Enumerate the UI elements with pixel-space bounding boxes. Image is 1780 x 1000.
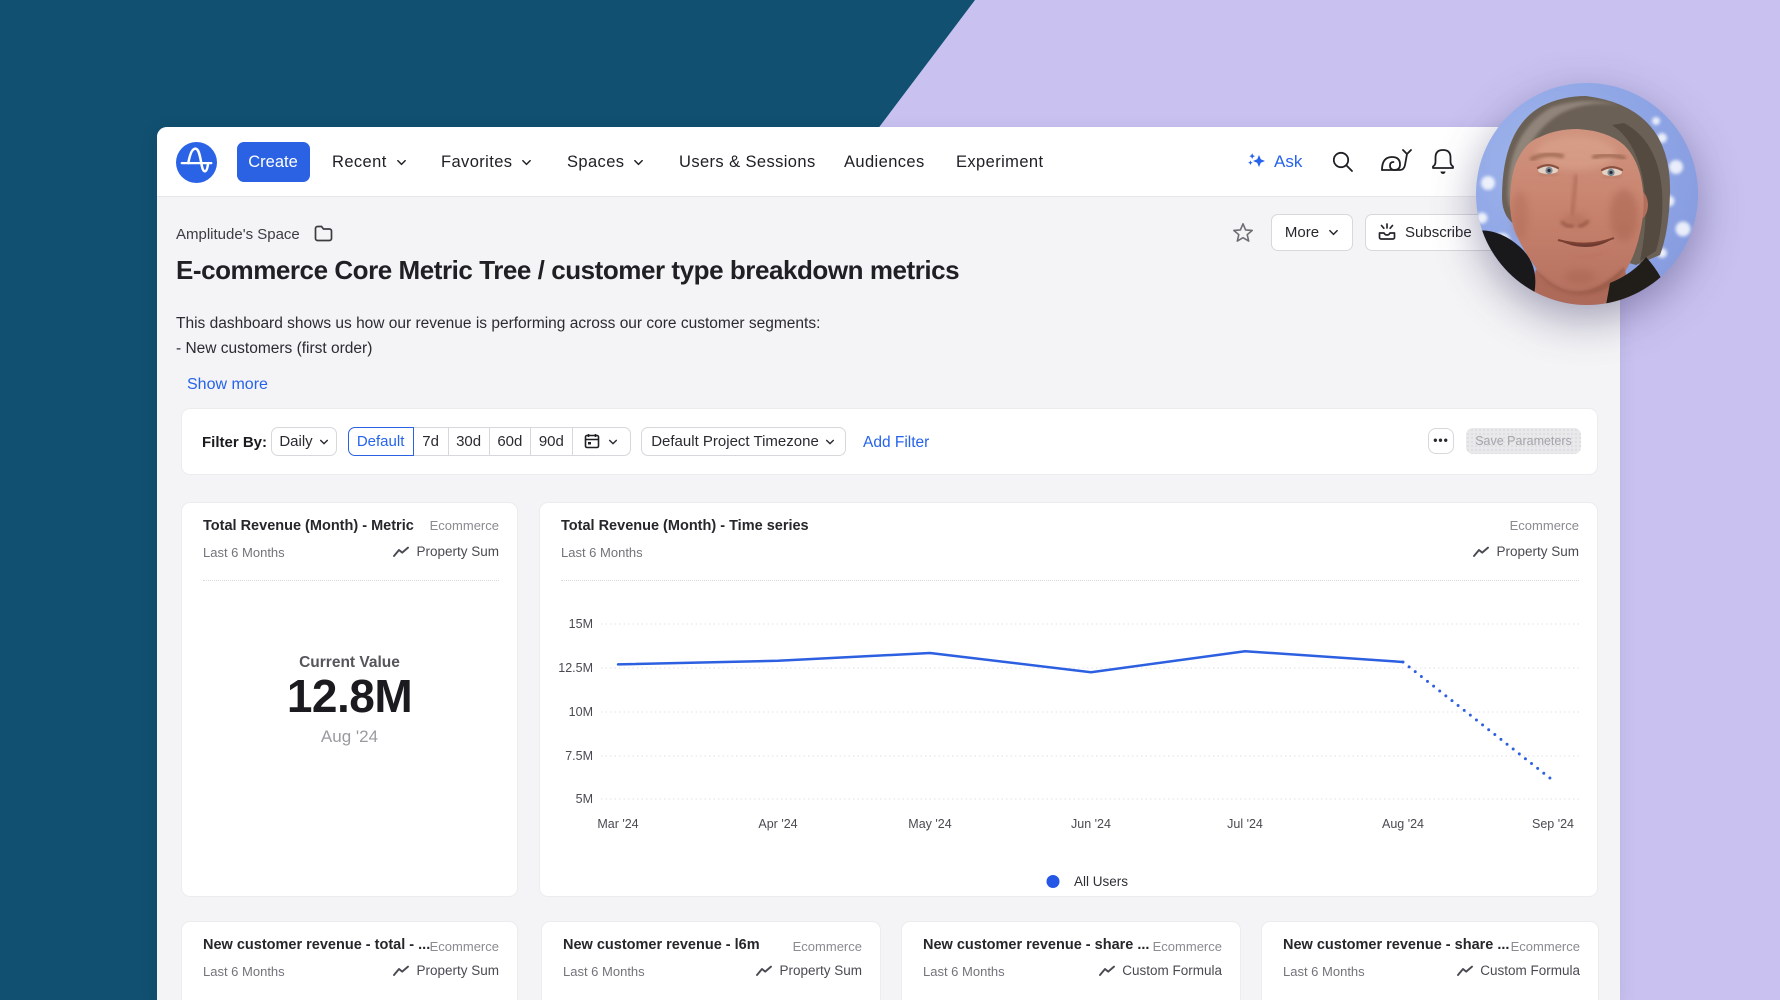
- svg-text:15M: 15M: [569, 617, 593, 631]
- svg-text:Apr '24: Apr '24: [758, 817, 797, 831]
- svg-text:Mar '24: Mar '24: [597, 817, 638, 831]
- svg-text:Sep '24: Sep '24: [1532, 817, 1574, 831]
- svg-text:Jul '24: Jul '24: [1227, 817, 1263, 831]
- svg-text:Jun '24: Jun '24: [1071, 817, 1111, 831]
- svg-text:All Users: All Users: [1074, 874, 1128, 889]
- svg-text:7.5M: 7.5M: [565, 749, 593, 763]
- svg-text:May '24: May '24: [908, 817, 951, 831]
- svg-text:10M: 10M: [569, 705, 593, 719]
- svg-text:5M: 5M: [576, 792, 593, 806]
- svg-text:Aug '24: Aug '24: [1382, 817, 1424, 831]
- svg-text:12.5M: 12.5M: [558, 661, 593, 675]
